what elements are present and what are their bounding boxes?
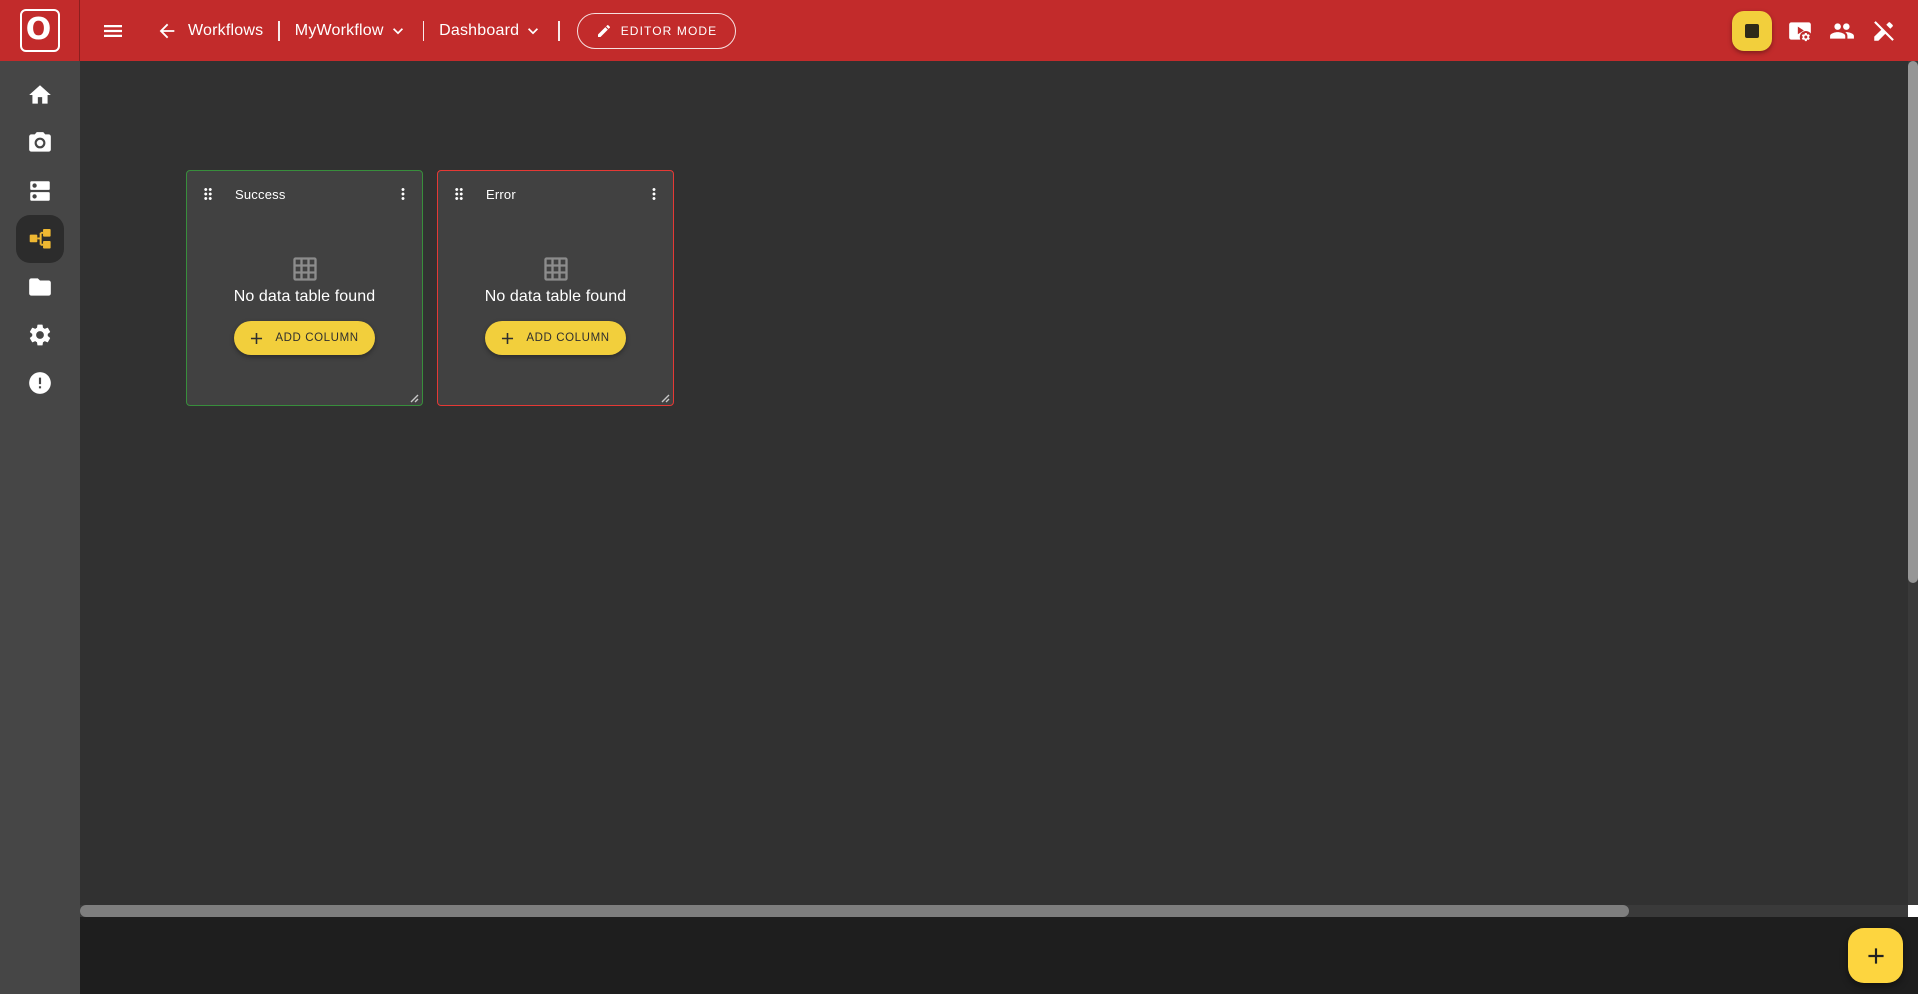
stop-recording-button[interactable] [1732, 11, 1772, 51]
empty-state-text: No data table found [485, 288, 627, 306]
topbar-actions [1732, 11, 1898, 51]
horizontal-scrollbar-thumb[interactable] [80, 905, 1629, 917]
add-column-label: ADD COLUMN [526, 332, 609, 344]
add-column-label: ADD COLUMN [275, 332, 358, 344]
editor-mode-label: EDITOR MODE [621, 24, 718, 38]
pencil-icon [596, 23, 612, 39]
chevron-down-icon [523, 21, 543, 41]
home-icon [27, 82, 53, 108]
sidebar-item-settings[interactable] [0, 311, 80, 359]
resize-handle[interactable] [407, 390, 419, 402]
gear-icon [27, 322, 53, 348]
vertical-scrollbar-thumb[interactable] [1908, 61, 1918, 583]
video-settings-icon [1787, 18, 1813, 44]
menu-button[interactable] [99, 17, 127, 45]
card-header: Success [187, 171, 422, 211]
sidebar-item-home[interactable] [0, 71, 80, 119]
sidebar-item-folder[interactable] [0, 263, 80, 311]
arrow-back-icon [156, 20, 178, 42]
sidebar-item-workflow[interactable] [0, 215, 80, 263]
dashboard-canvas: Success No data table found ADD COLUMN [80, 61, 1908, 905]
kebab-menu-icon [645, 185, 663, 203]
horizontal-scrollbar[interactable] [80, 905, 1908, 917]
screen-capture-settings-button[interactable] [1786, 17, 1814, 45]
scrollbar-corner [1908, 905, 1918, 917]
breadcrumb-separator [558, 21, 560, 41]
breadcrumb-separator [423, 21, 425, 41]
users-button[interactable] [1828, 17, 1856, 45]
card-empty-state: No data table found ADD COLUMN [438, 211, 673, 405]
logo-letter: O [26, 15, 52, 45]
vertical-scrollbar[interactable] [1908, 61, 1918, 905]
breadcrumb-workflows[interactable]: Workflows [188, 22, 263, 40]
add-widget-fab[interactable] [1848, 928, 1903, 983]
drag-indicator-icon [450, 185, 468, 203]
drag-handle[interactable] [448, 183, 470, 205]
resize-grip-icon [658, 391, 670, 403]
breadcrumb-separator [278, 21, 280, 41]
logo-frame-icon: O [20, 9, 60, 52]
workflow-schema-icon [27, 226, 53, 252]
drag-handle[interactable] [197, 183, 219, 205]
add-column-button[interactable]: ADD COLUMN [485, 321, 625, 355]
back-button[interactable] [153, 17, 181, 45]
resize-handle[interactable] [658, 390, 670, 402]
plus-icon [1863, 943, 1889, 969]
top-bar: O Workflows MyWorkflow Dashboard EDITOR … [0, 0, 1918, 61]
card-empty-state: No data table found ADD COLUMN [187, 211, 422, 405]
grid-icon [542, 255, 570, 283]
resize-grip-icon [407, 391, 419, 403]
plus-icon [498, 329, 517, 348]
card-menu-button[interactable] [643, 183, 665, 205]
card-title: Success [235, 187, 286, 202]
app-logo[interactable]: O [0, 0, 80, 61]
widget-card-error: Error No data table found ADD COLUMN [437, 170, 674, 406]
stop-icon [1745, 24, 1759, 38]
empty-state-text: No data table found [234, 288, 376, 306]
sidebar [0, 61, 80, 994]
view-selector[interactable]: Dashboard [439, 21, 543, 41]
edit-off-icon [1871, 18, 1897, 44]
plus-icon [247, 329, 266, 348]
active-item-highlight [16, 215, 64, 263]
drag-indicator-icon [199, 185, 217, 203]
folder-icon [27, 274, 53, 300]
chevron-down-icon [388, 21, 408, 41]
sidebar-item-alerts[interactable] [0, 359, 80, 407]
kebab-menu-icon [394, 185, 412, 203]
view-name: Dashboard [439, 22, 519, 40]
app-window: O Workflows MyWorkflow Dashboard EDITOR … [0, 0, 1918, 994]
workflow-selector[interactable]: MyWorkflow [295, 21, 408, 41]
card-menu-button[interactable] [392, 183, 414, 205]
editor-mode-button[interactable]: EDITOR MODE [577, 13, 737, 49]
people-icon [1829, 18, 1855, 44]
sidebar-item-camera[interactable] [0, 119, 80, 167]
exit-editor-button[interactable] [1870, 17, 1898, 45]
widget-card-success: Success No data table found ADD COLUMN [186, 170, 423, 406]
error-icon [27, 370, 53, 396]
card-title: Error [486, 187, 516, 202]
workflow-name: MyWorkflow [295, 22, 384, 40]
add-column-button[interactable]: ADD COLUMN [234, 321, 374, 355]
dns-icon [27, 178, 53, 204]
sidebar-item-widgets[interactable] [0, 167, 80, 215]
grid-icon [291, 255, 319, 283]
hamburger-icon [101, 19, 125, 43]
card-header: Error [438, 171, 673, 211]
camera-icon [27, 130, 53, 156]
bottom-panel [80, 917, 1918, 994]
